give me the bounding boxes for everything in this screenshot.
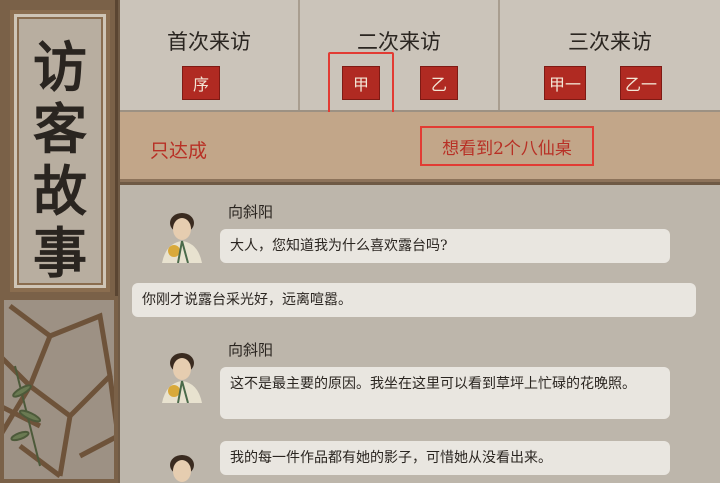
condition-bar: 只达成 想看到2个八仙桌 (120, 112, 720, 182)
condition-requirement: 想看到2个八仙桌 (420, 126, 594, 166)
speaker-name: 向斜阳 (228, 341, 274, 359)
window-lattice-decoration (0, 296, 118, 483)
dialogue-area[interactable]: 向斜阳 大人，您知道我为什么喜欢露台吗? 你刚才说露台采光好，远离喧嚣。 向斜阳… (120, 185, 720, 483)
title-char: 事 (33, 221, 87, 285)
character-portrait (170, 455, 194, 482)
story-button-yi[interactable]: 乙 (420, 66, 458, 100)
selected-highlight-frame (328, 52, 394, 116)
tab-group-second-visit: 二次来访 甲 乙 (300, 0, 500, 116)
player-reply-bubble: 你刚才说露台采光好，远离喧嚣。 (132, 283, 696, 317)
character-portrait (162, 353, 202, 403)
tab-group-first-visit: 首次来访 序 (120, 0, 300, 110)
dialogue-bubble: 大人，您知道我为什么喜欢露台吗? (220, 229, 670, 263)
tab-title: 三次来访 (568, 30, 652, 54)
title-char: 客 (33, 97, 87, 161)
title-char: 访 (33, 35, 87, 99)
tab-title: 首次来访 (167, 30, 251, 54)
left-panel: 访 客 故 事 (0, 0, 118, 483)
dialogue-bubble: 这不是最主要的原因。我坐在这里可以看到草坪上忙碌的花晚照。 (220, 367, 670, 419)
speaker-name: 向斜阳 (228, 203, 274, 221)
dialogue-bubble: 我的每一件作品都有她的影子，可惜她从没看出来。 (220, 441, 670, 475)
character-portrait (162, 213, 202, 263)
title-char: 故 (33, 159, 87, 223)
visit-tab-bar: 首次来访 序 二次来访 甲 乙 三次来访 甲一 乙一 (120, 0, 720, 116)
condition-label: 只达成 (150, 140, 208, 162)
story-button-yi-yi[interactable]: 乙一 (620, 66, 662, 100)
story-button-preface[interactable]: 序 (182, 66, 220, 100)
title-plaque: 访 客 故 事 (10, 10, 110, 292)
tab-group-third-visit: 三次来访 甲一 乙一 (500, 0, 720, 110)
story-button-jia-yi[interactable]: 甲一 (544, 66, 586, 100)
